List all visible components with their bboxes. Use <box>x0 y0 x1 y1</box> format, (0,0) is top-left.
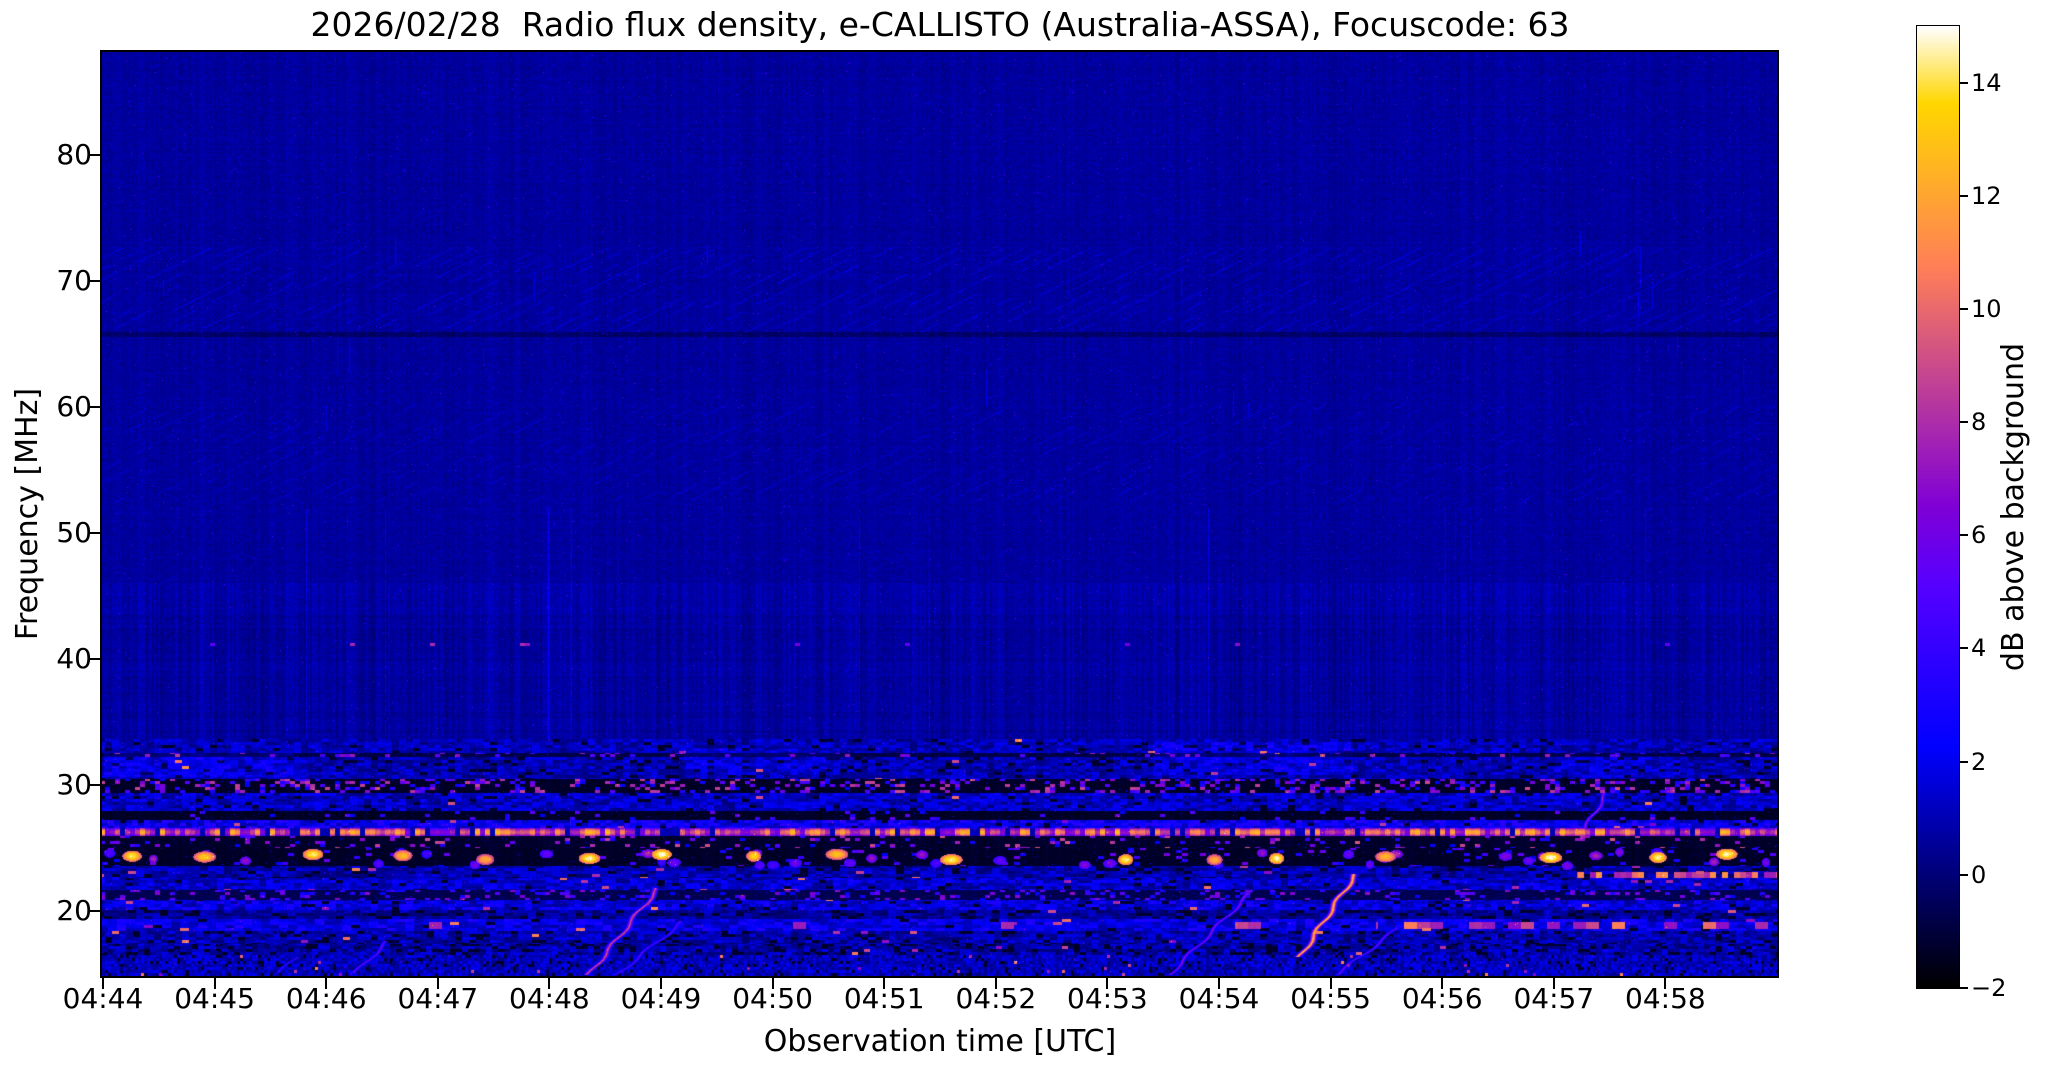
y-tick-label: 20 <box>56 893 92 927</box>
colorbar-tick-label: −2 <box>1971 974 2007 1002</box>
colorbar-tick-mark <box>1960 760 1968 763</box>
colorbar-tick-label: 14 <box>1971 68 2002 97</box>
x-tick-label: 04:49 <box>620 982 702 1015</box>
x-tick-label: 04:47 <box>397 982 479 1015</box>
colorbar-label: dB above background <box>1996 342 2031 672</box>
colorbar-tick-label: 6 <box>1971 521 1987 550</box>
colorbar-tick-mark <box>1960 647 1968 650</box>
x-tick-label: 04:51 <box>843 982 925 1015</box>
y-tick-label: 60 <box>56 389 92 423</box>
x-tick-label: 04:46 <box>285 982 367 1015</box>
colorbar-tick-mark <box>1960 534 1968 537</box>
colorbar-tick-label: 2 <box>1971 747 1987 776</box>
colorbar-tick-mark <box>1960 194 1968 197</box>
x-tick-label: 04:45 <box>174 982 255 1015</box>
x-tick-label: 04:48 <box>509 982 590 1015</box>
y-tick-label: 80 <box>56 138 92 172</box>
colorbar-tick-mark <box>1960 987 1968 989</box>
x-tick-label: 04:55 <box>1290 982 1371 1015</box>
x-tick-label: 04:52 <box>955 982 1037 1015</box>
colorbar-tick-mark <box>1960 873 1968 876</box>
colorbar-tick-label: 10 <box>1971 294 2002 323</box>
x-tick-label: 04:58 <box>1625 982 1706 1015</box>
colorbar-canvas <box>1917 26 1959 988</box>
x-tick-label: 04:54 <box>1178 982 1260 1015</box>
colorbar-tick-label: 12 <box>1971 181 2002 210</box>
colorbar-tick-label: 8 <box>1971 408 1987 437</box>
y-tick-label: 50 <box>56 515 92 549</box>
colorbar-tick-mark <box>1960 307 1968 310</box>
callisto-spectrogram-figure: 2026/02/28 Radio flux density, e-CALLIST… <box>0 0 2047 1067</box>
colorbar-tick-mark <box>1960 81 1968 84</box>
colorbar-tick-label: 4 <box>1971 634 1987 663</box>
y-tick-label: 30 <box>56 767 92 801</box>
colorbar-tick-mark <box>1960 421 1968 424</box>
y-tick-label: 40 <box>56 641 92 675</box>
x-axis-label: Observation time [UTC] <box>763 1024 1117 1059</box>
x-tick-label: 04:57 <box>1513 982 1595 1015</box>
x-tick-label: 04:50 <box>732 982 813 1015</box>
x-tick-label: 04:53 <box>1067 982 1148 1015</box>
y-tick-label: 70 <box>56 264 92 298</box>
colorbar-tick-label: 0 <box>1971 860 1987 889</box>
chart-title: 2026/02/28 Radio flux density, e-CALLIST… <box>310 5 1570 44</box>
spectrogram-canvas <box>102 52 1777 976</box>
x-tick-label: 04:56 <box>1401 982 1483 1015</box>
x-tick-label: 04:44 <box>62 982 144 1015</box>
